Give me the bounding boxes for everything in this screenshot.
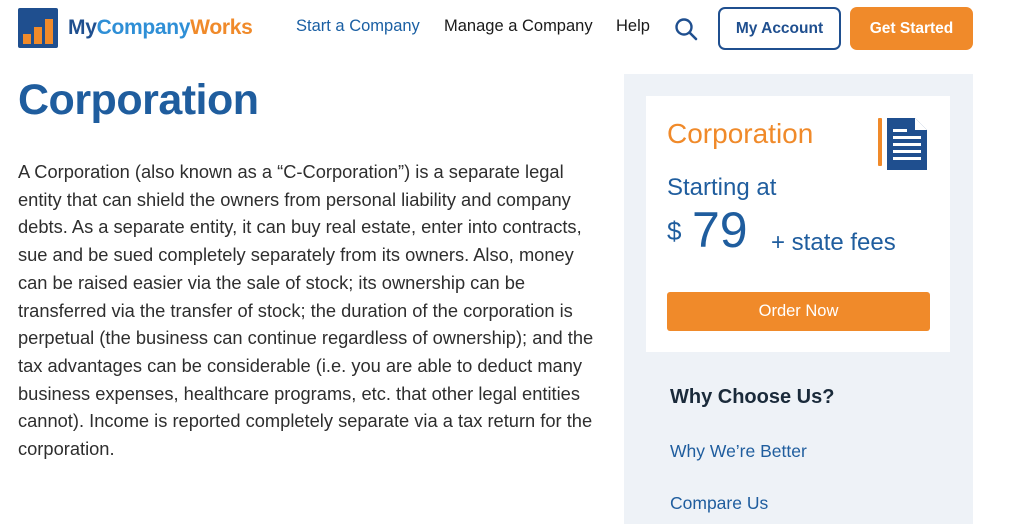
company-logo[interactable]: MyCompanyWorks [18, 8, 253, 48]
site-header: MyCompanyWorks Start a Company Manage a … [0, 0, 1024, 58]
logo-text-works: Works [190, 16, 253, 39]
card-title: Corporation [667, 118, 814, 149]
why-choose-us-heading: Why Choose Us? [670, 386, 835, 408]
page-title: Corporation [18, 76, 259, 124]
my-account-button[interactable]: My Account [718, 7, 841, 50]
document-icon [878, 118, 927, 170]
search-icon[interactable] [674, 17, 698, 41]
price-currency: $ [667, 216, 682, 246]
sidebar: Corporation Starting at $ 79 + state fee… [624, 74, 973, 524]
price-value: 79 [692, 202, 748, 258]
logo-chart-icon [18, 8, 58, 48]
nav-start-a-company[interactable]: Start a Company [296, 17, 420, 36]
state-fees-label: + state fees [771, 229, 896, 256]
logo-wordmark: MyCompanyWorks [68, 16, 253, 40]
order-now-button[interactable]: Order Now [667, 292, 930, 331]
logo-text-company: Company [96, 16, 191, 39]
get-started-button[interactable]: Get Started [850, 7, 973, 50]
logo-text-my: My [68, 16, 97, 39]
corporation-description: A Corporation (also known as a “C-Corpor… [18, 161, 594, 460]
why-were-better-link[interactable]: Why We’re Better [670, 441, 807, 462]
nav-manage-a-company[interactable]: Manage a Company [444, 17, 593, 36]
pricing-card: Corporation Starting at $ 79 + state fee… [646, 96, 950, 352]
starting-at-label: Starting at [667, 174, 777, 201]
compare-us-link[interactable]: Compare Us [670, 493, 768, 514]
nav-help[interactable]: Help [616, 17, 650, 36]
